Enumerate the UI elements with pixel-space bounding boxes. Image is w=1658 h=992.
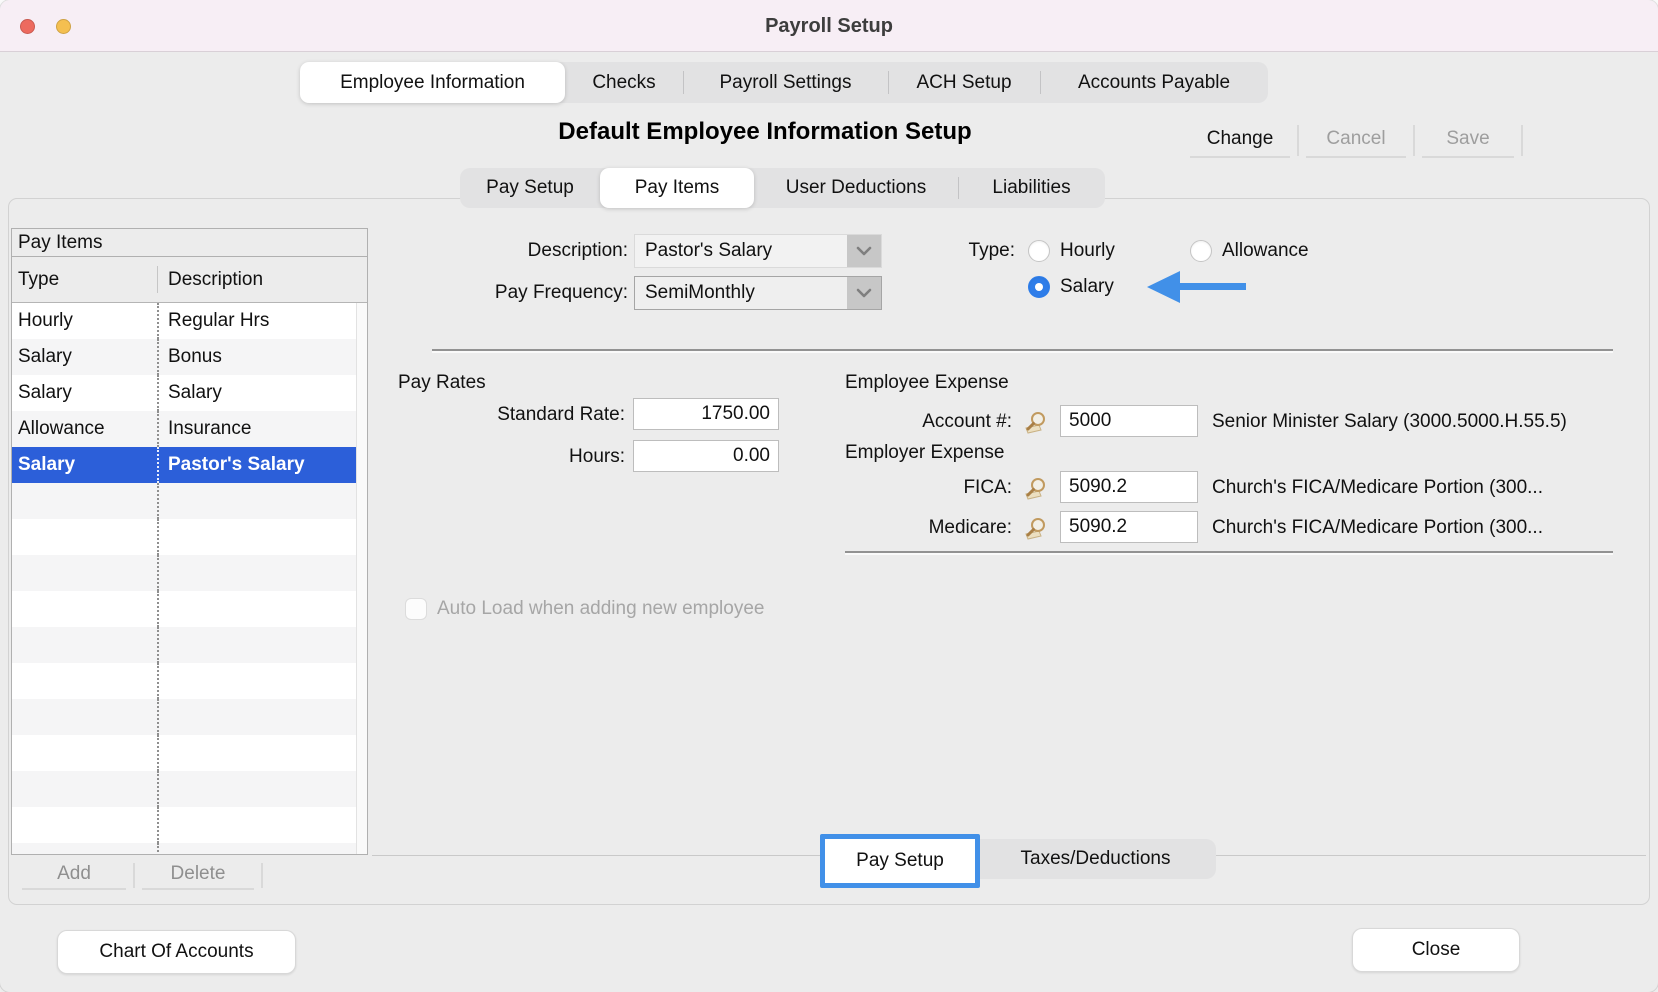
description-value: Pastor's Salary: [645, 235, 772, 267]
table-row-empty[interactable]: [12, 555, 356, 591]
table-row-empty[interactable]: [12, 699, 356, 735]
add-button[interactable]: Add: [22, 860, 126, 890]
tab-liabilities[interactable]: Liabilities: [958, 168, 1105, 208]
account-lookup-icon[interactable]: [1022, 410, 1050, 434]
page-title: Default Employee Information Setup: [300, 118, 1230, 154]
account-description: Senior Minister Salary (3000.5000.H.55.5…: [1212, 405, 1652, 439]
tab-pay-setup-highlighted[interactable]: Pay Setup: [820, 834, 980, 888]
table-row-empty[interactable]: [12, 735, 356, 771]
hours-label: Hours:: [425, 440, 625, 474]
tab-ach-setup[interactable]: ACH Setup: [888, 62, 1040, 103]
pay-items-title: Pay Items: [12, 229, 367, 257]
tab-taxes-deductions[interactable]: Taxes/Deductions: [975, 839, 1216, 879]
column-header-type: Type: [12, 269, 157, 291]
employee-expense-title: Employee Expense: [845, 372, 1009, 394]
chevron-down-icon: [856, 246, 872, 256]
fica-account-input[interactable]: [1060, 471, 1198, 503]
cancel-button[interactable]: Cancel: [1306, 121, 1406, 158]
tab-checks[interactable]: Checks: [565, 62, 683, 103]
table-row[interactable]: SalarySalary: [12, 375, 356, 411]
tab-payroll-settings[interactable]: Payroll Settings: [683, 62, 888, 103]
radio-salary-label: Salary: [1060, 270, 1114, 304]
table-row[interactable]: SalaryPastor's Salary: [12, 447, 356, 483]
radio-allowance[interactable]: [1190, 240, 1212, 262]
table-row-empty[interactable]: [12, 483, 356, 519]
standard-rate-label: Standard Rate:: [425, 398, 625, 432]
fica-description: Church's FICA/Medicare Portion (300...: [1212, 471, 1652, 505]
save-button[interactable]: Save: [1422, 121, 1514, 158]
tab-employee-information[interactable]: Employee Information: [300, 62, 565, 103]
hours-input[interactable]: [633, 440, 779, 472]
type-label: Type:: [915, 234, 1015, 268]
table-row[interactable]: HourlyRegular Hrs: [12, 303, 356, 339]
table-row-empty[interactable]: [12, 807, 356, 843]
standard-rate-input[interactable]: [633, 398, 779, 430]
pay-items-table: Pay Items Type Description HourlyRegular…: [11, 228, 368, 855]
titlebar: Payroll Setup: [0, 0, 1658, 52]
header-actions: Change Cancel Save: [1190, 121, 1530, 158]
table-row-empty[interactable]: [12, 591, 356, 627]
annotation-arrow-line: [1180, 283, 1246, 290]
tab-pay-setup[interactable]: Pay Setup: [460, 168, 600, 208]
pay-frequency-label: Pay Frequency:: [400, 276, 628, 310]
radio-salary[interactable]: [1028, 276, 1050, 298]
close-button[interactable]: Close: [1352, 928, 1520, 972]
pay-frequency-dropdown[interactable]: SemiMonthly: [634, 276, 882, 310]
table-row-empty[interactable]: [12, 663, 356, 699]
account-number-input[interactable]: [1060, 405, 1198, 437]
main-tabbar: Employee InformationChecksPayroll Settin…: [300, 62, 1268, 103]
medicare-lookup-icon[interactable]: [1022, 516, 1050, 540]
table-scrollbar[interactable]: [356, 303, 367, 854]
column-header-description: Description: [158, 269, 367, 291]
table-row-empty[interactable]: [12, 519, 356, 555]
auto-load-label: Auto Load when adding new employee: [437, 592, 764, 626]
description-dropdown[interactable]: Pastor's Salary: [634, 234, 882, 268]
tab-accounts-payable[interactable]: Accounts Payable: [1040, 62, 1268, 103]
auto-load-checkbox[interactable]: [405, 598, 427, 620]
sub-tabbar: Pay SetupPay ItemsUser DeductionsLiabili…: [460, 168, 1105, 208]
radio-hourly-label: Hourly: [1060, 234, 1115, 268]
description-label: Description:: [420, 234, 628, 268]
medicare-label: Medicare:: [862, 511, 1012, 545]
table-row-empty[interactable]: [12, 627, 356, 663]
section-divider-bottom: [845, 551, 1613, 553]
tab-user-deductions[interactable]: User Deductions: [754, 168, 958, 208]
table-row[interactable]: AllowanceInsurance: [12, 411, 356, 447]
table-row-empty[interactable]: [12, 771, 356, 807]
delete-button[interactable]: Delete: [142, 860, 254, 890]
radio-hourly[interactable]: [1028, 240, 1050, 262]
annotation-arrow-icon: [1147, 271, 1180, 303]
pay-items-body: HourlyRegular HrsSalaryBonusSalarySalary…: [12, 303, 367, 854]
fica-lookup-icon[interactable]: [1022, 476, 1050, 500]
fica-label: FICA:: [862, 471, 1012, 505]
pay-items-header: Type Description: [12, 257, 367, 303]
pay-frequency-dropdown-button[interactable]: [847, 277, 881, 309]
table-buttons: Add Delete: [22, 860, 270, 890]
pay-frequency-value: SemiMonthly: [645, 277, 755, 309]
employer-expense-title: Employer Expense: [845, 442, 1004, 464]
pay-rates-title: Pay Rates: [398, 372, 486, 394]
section-divider-top: [432, 349, 1613, 351]
payroll-setup-window: Payroll Setup Employee InformationChecks…: [0, 0, 1658, 992]
tab-pay-items[interactable]: Pay Items: [600, 168, 754, 208]
medicare-account-input[interactable]: [1060, 511, 1198, 543]
chevron-down-icon: [856, 288, 872, 298]
chart-of-accounts-button[interactable]: Chart Of Accounts: [57, 930, 296, 974]
table-row-empty[interactable]: [12, 843, 356, 854]
medicare-description: Church's FICA/Medicare Portion (300...: [1212, 511, 1652, 545]
description-dropdown-button[interactable]: [847, 235, 881, 267]
change-button[interactable]: Change: [1190, 121, 1290, 158]
radio-allowance-label: Allowance: [1222, 234, 1309, 268]
table-row[interactable]: SalaryBonus: [12, 339, 356, 375]
account-number-label: Account #:: [862, 405, 1012, 439]
window-title: Payroll Setup: [0, 0, 1658, 52]
